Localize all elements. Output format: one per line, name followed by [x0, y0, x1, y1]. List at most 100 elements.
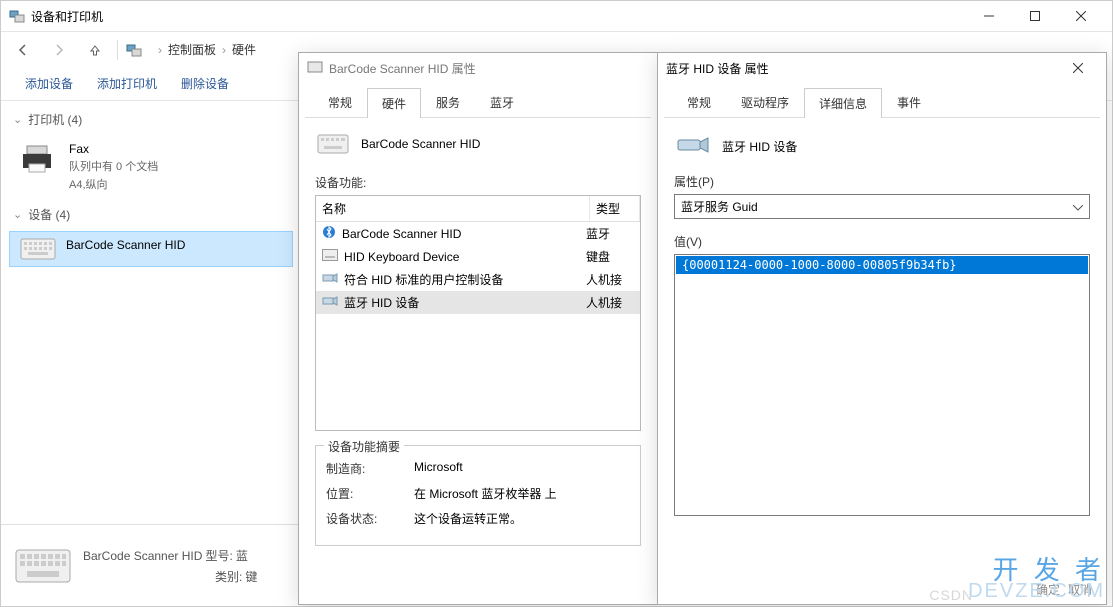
dlg2-body: 蓝牙 HID 设备 属性(P) 蓝牙服务 Guid 值(V) {00001124…	[658, 118, 1106, 528]
manufacturer-label: 制造商:	[326, 460, 396, 477]
dlg2-titlebar[interactable]: 蓝牙 HID 设备 属性	[658, 53, 1106, 83]
keyboard-icon	[20, 238, 56, 260]
details-text: BarCode Scanner HID 型号: 蓝 类别: 键	[83, 547, 257, 585]
dlg1-title: BarCode Scanner HID 属性	[329, 60, 649, 77]
ok-button[interactable]: 确定	[1036, 581, 1060, 598]
dlg2-tabs: 常规 驱动程序 详细信息 事件	[664, 83, 1100, 118]
watermark-csdn: CSDN	[929, 587, 973, 603]
printer-queue: 队列中有 0 个文档	[69, 158, 158, 174]
property-select[interactable]: 蓝牙服务 Guid	[674, 194, 1090, 219]
status-label: 设备状态:	[326, 510, 396, 527]
device-item-barcode[interactable]: BarCode Scanner HID	[9, 231, 293, 267]
dlg1-tabs: 常规 硬件 服务 蓝牙	[305, 83, 651, 118]
divider	[117, 40, 118, 60]
status-value: 这个设备运转正常。	[414, 510, 522, 527]
device-functions-label: 设备功能:	[315, 174, 641, 191]
th-name[interactable]: 名称	[316, 196, 590, 221]
breadcrumb-1[interactable]: 控制面板	[168, 41, 216, 58]
cancel-button[interactable]: 取消	[1068, 581, 1092, 598]
device-functions-table: 名称 类型 BarCode Scanner HID 蓝牙 HID Keyboard …	[315, 195, 641, 431]
bthid-properties-dialog: 蓝牙 HID 设备 属性 常规 驱动程序 详细信息 事件 蓝牙 HID 设备 属…	[657, 52, 1107, 605]
printers-group-header[interactable]: ⌄ 打印机 (4)	[1, 105, 301, 134]
add-device-link[interactable]: 添加设备	[25, 75, 73, 92]
tab-hardware[interactable]: 硬件	[367, 88, 421, 118]
manufacturer-value: Microsoft	[414, 460, 463, 477]
breadcrumb-2[interactable]: 硬件	[232, 41, 256, 58]
table-row[interactable]: 符合 HID 标准的用户控制设备人机接	[316, 268, 640, 291]
hardware-header-label: BarCode Scanner HID	[361, 137, 480, 151]
row-name: 符合 HID 标准的用户控制设备	[344, 271, 503, 288]
bthid-header-label: 蓝牙 HID 设备	[722, 138, 797, 155]
close-button[interactable]	[1058, 54, 1098, 82]
hardware-header: BarCode Scanner HID	[315, 130, 641, 168]
tab-services[interactable]: 服务	[421, 87, 475, 117]
main-titlebar: 设备和打印机	[1, 1, 1112, 31]
row-name: HID Keyboard Device	[344, 250, 459, 264]
category-label: 类别:	[215, 570, 242, 584]
main-title: 设备和打印机	[31, 8, 966, 25]
location-label: 位置:	[326, 485, 396, 502]
close-button[interactable]	[1058, 1, 1104, 31]
barcode-properties-dialog: BarCode Scanner HID 属性 常规 硬件 服务 蓝牙 BarCo…	[298, 52, 658, 605]
devices-group-label: 设备 (4)	[28, 206, 70, 223]
model-value: 蓝	[236, 549, 248, 563]
row-type: 人机接	[586, 294, 634, 311]
device-list-panel: ⌄ 打印机 (4) Fax 队列中有 0 个文档 A4,纵向 ⌄ 设备 (4)	[1, 101, 301, 273]
th-type[interactable]: 类型	[590, 196, 640, 221]
tab-driver[interactable]: 驱动程序	[726, 87, 804, 117]
table-body: BarCode Scanner HID 蓝牙 HID Keyboard Device…	[316, 222, 640, 430]
summary-legend: 设备功能摘要	[324, 438, 404, 455]
dlg2-title: 蓝牙 HID 设备 属性	[666, 60, 1058, 77]
tab-general[interactable]: 常规	[313, 87, 367, 117]
maximize-button[interactable]	[1012, 1, 1058, 31]
category-value: 键	[245, 570, 257, 584]
breadcrumb-icon	[126, 42, 142, 58]
bt-icon	[322, 225, 336, 242]
dialog-icon	[307, 59, 323, 78]
details-name: BarCode Scanner HID	[83, 549, 202, 563]
dlg1-titlebar[interactable]: BarCode Scanner HID 属性	[299, 53, 657, 83]
back-button[interactable]	[9, 36, 37, 64]
row-type: 蓝牙	[586, 225, 634, 242]
chevron-down-icon: ⌄	[13, 208, 22, 221]
chevron-down-icon: ⌄	[13, 113, 22, 126]
printer-labels: Fax 队列中有 0 个文档 A4,纵向	[69, 142, 158, 192]
row-type: 键盘	[586, 248, 634, 265]
forward-button[interactable]	[45, 36, 73, 64]
tab-general[interactable]: 常规	[672, 87, 726, 117]
tab-bluetooth[interactable]: 蓝牙	[475, 87, 529, 117]
table-row[interactable]: HID Keyboard Device 键盘	[316, 245, 640, 268]
chevron-down-icon	[1073, 200, 1083, 214]
devices-group-header[interactable]: ⌄ 设备 (4)	[1, 200, 301, 229]
printer-icon	[19, 142, 59, 174]
minimize-button[interactable]	[966, 1, 1012, 31]
printer-name: Fax	[69, 142, 158, 156]
tab-events[interactable]: 事件	[882, 87, 936, 117]
table-row[interactable]: BarCode Scanner HID 蓝牙	[316, 222, 640, 245]
property-label: 属性(P)	[674, 173, 1090, 190]
hid-icon	[322, 272, 338, 287]
property-selected: 蓝牙服务 Guid	[681, 198, 758, 215]
value-list[interactable]: {00001124-0000-1000-8000-00805f9b34fb}	[674, 254, 1090, 516]
up-button[interactable]	[81, 36, 109, 64]
dlg1-body: BarCode Scanner HID 设备功能: 名称 类型 BarCode …	[299, 118, 657, 558]
keyboard-icon	[15, 549, 71, 583]
table-header: 名称 类型	[316, 196, 640, 222]
location-value: 在 Microsoft 蓝牙枚举器 上	[414, 485, 557, 502]
devices-printers-icon	[9, 8, 25, 24]
kbd-icon	[322, 249, 338, 264]
printers-group-label: 打印机 (4)	[28, 111, 82, 128]
table-row[interactable]: 蓝牙 HID 设备人机接	[316, 291, 640, 314]
device-summary-box: 设备功能摘要 制造商:Microsoft 位置:在 Microsoft 蓝牙枚举…	[315, 445, 641, 546]
window-controls	[966, 1, 1104, 31]
keyboard-icon	[317, 134, 349, 154]
breadcrumb[interactable]: › 控制面板 › 硬件	[158, 41, 256, 58]
value-label: 值(V)	[674, 233, 1090, 250]
value-row[interactable]: {00001124-0000-1000-8000-00805f9b34fb}	[676, 256, 1088, 274]
model-label: 型号:	[205, 549, 232, 563]
printer-item-fax[interactable]: Fax 队列中有 0 个文档 A4,纵向	[1, 134, 301, 200]
add-printer-link[interactable]: 添加打印机	[97, 75, 157, 92]
tab-details[interactable]: 详细信息	[804, 88, 882, 118]
remove-device-link[interactable]: 删除设备	[181, 75, 229, 92]
row-name: BarCode Scanner HID	[342, 227, 461, 241]
